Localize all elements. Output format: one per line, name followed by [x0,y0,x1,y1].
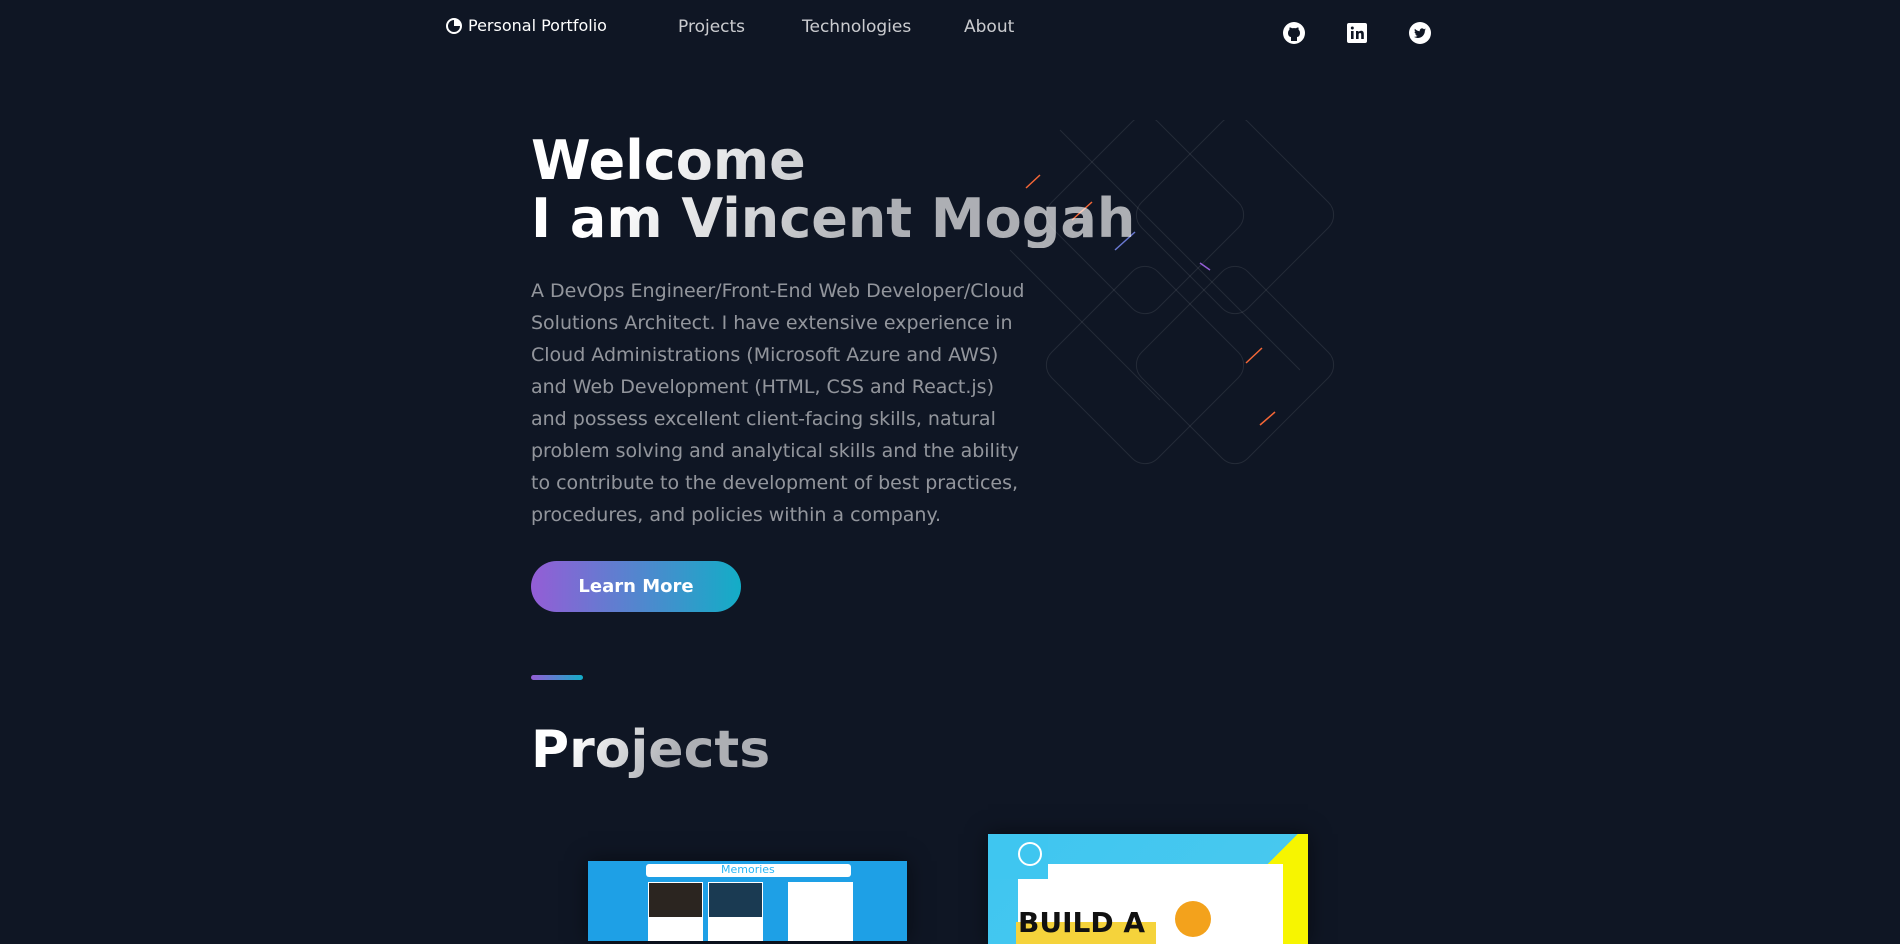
project-card-build[interactable]: BUILD A [988,834,1308,944]
nav-link-technologies[interactable]: Technologies [802,17,911,37]
hero-title-line2: I am Vincent Mogah [531,187,1136,250]
github-icon[interactable] [1282,21,1306,45]
twitter-icon[interactable] [1408,21,1432,45]
hero-title: Welcome I am Vincent Mogah [531,132,1135,248]
section-divider [531,675,583,680]
projects-section-title: Projects [531,720,771,780]
hero-title-line1: Welcome [531,129,806,192]
linkedin-icon[interactable] [1345,21,1369,45]
project-card-memories[interactable]: Memories [588,861,907,941]
hero-description: A DevOps Engineer/Front-End Web Develope… [531,280,1025,526]
nav-link-projects[interactable]: Projects [678,17,745,37]
build-preview-title: BUILD A [1018,906,1145,939]
navbar: Personal Portfolio Projects Technologies… [0,0,1900,60]
brand-name: Personal Portfolio [468,16,607,35]
learn-more-button[interactable]: Learn More [531,561,741,612]
brand-logo-icon [446,17,462,34]
memories-preview-title: Memories [721,863,775,876]
nav-link-about[interactable]: About [964,17,1014,37]
brand-link[interactable]: Personal Portfolio [446,16,607,35]
